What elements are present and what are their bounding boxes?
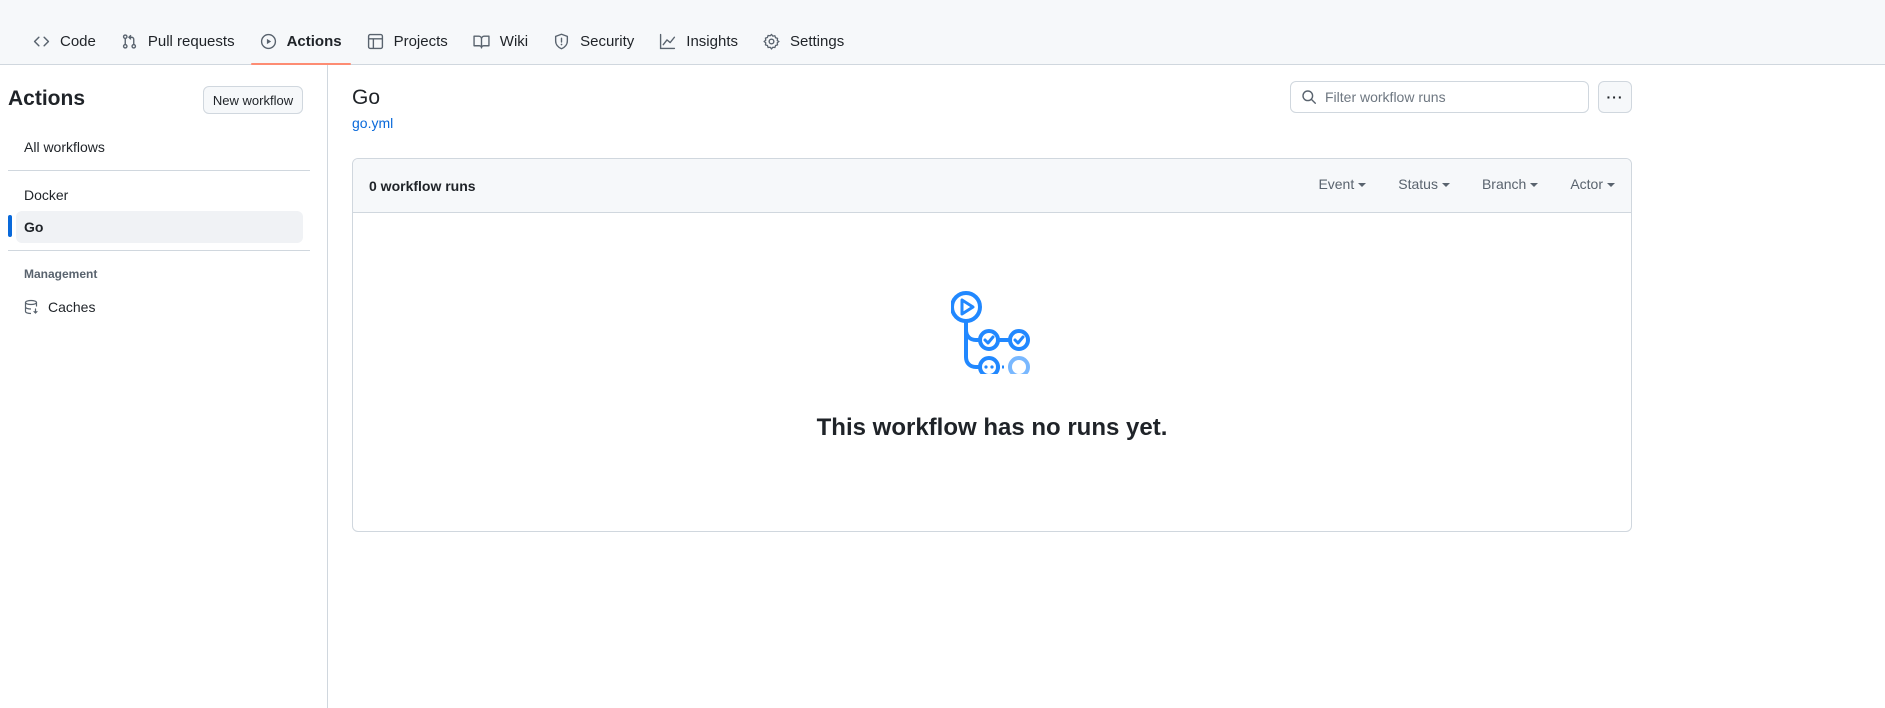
- tab-projects[interactable]: Projects: [358, 22, 457, 60]
- sidebar-item-label: Docker: [24, 187, 69, 203]
- pull-request-icon: [121, 33, 138, 50]
- tab-wiki[interactable]: Wiki: [464, 22, 537, 60]
- filter-event[interactable]: Event: [1318, 176, 1367, 192]
- more-options-button[interactable]: ···: [1598, 81, 1632, 113]
- filter-actor[interactable]: Actor: [1570, 176, 1615, 192]
- empty-state-message: This workflow has no runs yet.: [816, 414, 1168, 441]
- workflow-title: Go: [352, 86, 381, 109]
- search-input[interactable]: [1325, 89, 1575, 105]
- filter-branch[interactable]: Branch: [1481, 176, 1539, 192]
- tab-security[interactable]: Security: [544, 22, 643, 60]
- filter-label: Status: [1398, 176, 1438, 192]
- filter-label: Event: [1318, 176, 1355, 192]
- graph-icon: [659, 33, 676, 50]
- sidebar-item-label: Caches: [48, 299, 96, 315]
- active-item-indicator: [8, 215, 12, 237]
- tab-label: Settings: [790, 32, 845, 50]
- tab-settings[interactable]: Settings: [754, 22, 853, 60]
- search-icon: [1301, 89, 1317, 105]
- sidebar-divider: [8, 170, 310, 171]
- caret-down-icon: [1607, 183, 1615, 187]
- workflow-file-link[interactable]: go.yml: [352, 115, 393, 131]
- caret-down-icon: [1441, 183, 1450, 187]
- sidebar-item-label: Go: [24, 219, 44, 235]
- sidebar-item-all-workflows[interactable]: All workflows: [16, 131, 303, 163]
- sidebar-title: Actions: [8, 87, 86, 110]
- filter-status[interactable]: Status: [1398, 176, 1450, 192]
- sidebar-item-caches[interactable]: Caches: [16, 291, 303, 323]
- tab-code[interactable]: Code: [24, 22, 105, 60]
- book-icon: [473, 33, 490, 50]
- tab-label: Wiki: [499, 32, 529, 50]
- database-icon: [24, 299, 40, 315]
- management-section-label: Management: [24, 267, 98, 281]
- filter-label: Actor: [1570, 176, 1603, 192]
- caret-down-icon: [1358, 183, 1367, 187]
- tab-label: Actions: [286, 32, 342, 50]
- play-icon: [260, 33, 277, 50]
- tab-pull-requests[interactable]: Pull requests: [112, 22, 244, 60]
- workflow-runs-panel: 0 workflow runs Event Status Branch Acto…: [352, 158, 1632, 532]
- tab-label: Code: [60, 32, 96, 50]
- sidebar-item-go[interactable]: Go: [16, 211, 303, 243]
- tab-label: Insights: [686, 32, 738, 50]
- runs-header: 0 workflow runs Event Status Branch Acto…: [353, 159, 1631, 213]
- tab-label: Security: [580, 32, 635, 50]
- gear-icon: [763, 33, 780, 50]
- filter-label: Branch: [1481, 176, 1527, 192]
- filter-runs-search[interactable]: [1290, 81, 1589, 113]
- new-workflow-button[interactable]: New workflow: [203, 86, 303, 114]
- sidebar-item-docker[interactable]: Docker: [16, 179, 303, 211]
- tab-actions[interactable]: Actions: [250, 22, 351, 65]
- tab-label: Pull requests: [147, 32, 235, 50]
- tab-insights[interactable]: Insights: [650, 22, 747, 60]
- tab-label: Projects: [393, 32, 448, 50]
- caret-down-icon: [1530, 183, 1539, 187]
- sidebar-item-label: All workflows: [24, 139, 105, 155]
- actions-sidebar: Actions New workflow All workflows Docke…: [0, 65, 328, 708]
- repo-nav-bar: Code Pull requests Actions Projects Wiki: [0, 0, 1885, 65]
- workflow-graph-icon: [950, 290, 1035, 378]
- runs-filters: Event Status Branch Actor: [1286, 176, 1615, 192]
- table-icon: [367, 33, 384, 50]
- runs-count: 0 workflow runs: [369, 178, 476, 194]
- shield-icon: [553, 33, 570, 50]
- sidebar-divider: [8, 250, 310, 251]
- repo-tabs: Code Pull requests Actions Projects Wiki: [24, 22, 860, 65]
- code-icon: [33, 33, 50, 50]
